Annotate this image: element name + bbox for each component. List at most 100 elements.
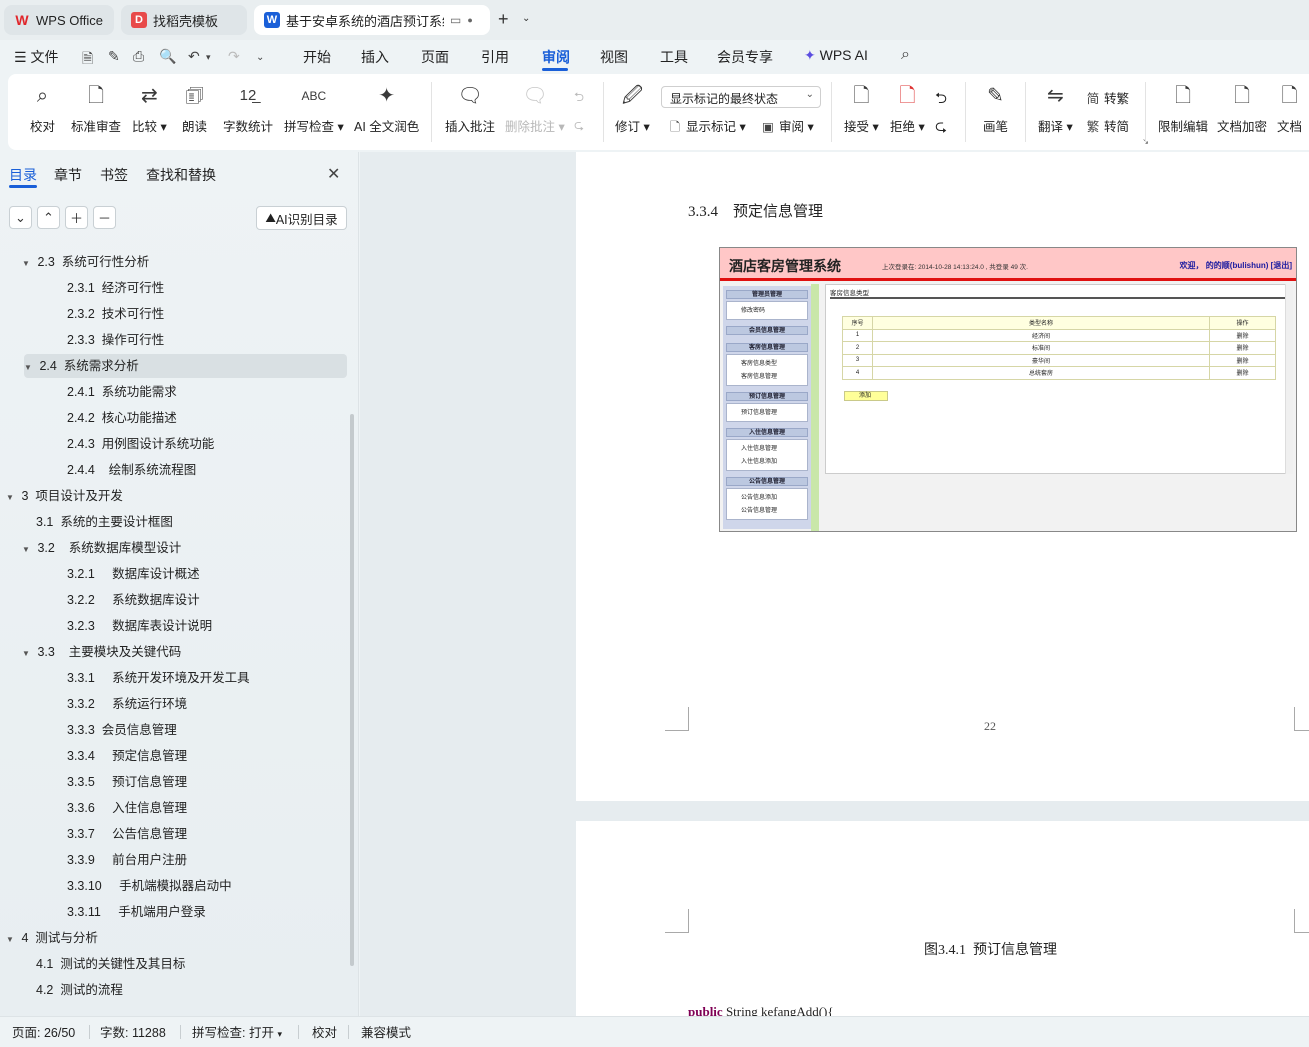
undo-icon[interactable]: ↶ [188, 48, 200, 65]
pen-button[interactable]: ✎ 画笔 [983, 82, 1008, 135]
toc-item[interactable]: 3.3.2 系统运行环境 [67, 692, 187, 716]
compare-button[interactable]: ⇄ 比较 ▾ [132, 82, 167, 135]
toc-item[interactable]: 3.1 系统的主要设计框图 [36, 510, 173, 534]
tab-wps-office[interactable]: W WPS Office [4, 5, 114, 35]
spell-check-indicator[interactable]: 拼写检查: 打开 ▾ [192, 1022, 282, 1041]
toc-item[interactable]: 2.3.2 技术可行性 [67, 302, 164, 326]
toc-item[interactable]: 3.3.5 预订信息管理 [67, 770, 187, 794]
format-painter-icon[interactable]: ✎ [108, 48, 120, 65]
reject-button[interactable]: 🗋 拒绝 ▾ [890, 82, 925, 135]
proofread-indicator[interactable]: 校对 [312, 1022, 337, 1041]
next-comment-icon[interactable]: ⮎ [574, 116, 584, 137]
toc-item[interactable]: 4.1 测试的关键性及其目标 [36, 952, 185, 976]
toc-item[interactable]: 2.3.1 经济可行性 [67, 276, 164, 300]
toc-item[interactable]: 3.3.7 公告信息管理 [67, 822, 187, 846]
remove-heading-button[interactable]: － [93, 206, 116, 229]
add-heading-button[interactable]: ＋ [65, 206, 88, 229]
tab-docer-templates[interactable]: D 找稻壳模板 [121, 5, 247, 35]
menu-page[interactable]: 页面 [421, 47, 449, 67]
toc-item[interactable]: ▼ 2.4 系统需求分析 [24, 354, 347, 378]
nav-scrollbar[interactable] [350, 414, 354, 966]
toc-item[interactable]: 2.4.4 绘制系统流程图 [67, 458, 196, 482]
standard-review-button[interactable]: 🗋 标准审查 [71, 82, 121, 135]
tab-current-document[interactable]: W 基于安卓系统的酒店预订系统 ▭ ● [254, 5, 490, 35]
toc-item[interactable]: 3.3.9 前台用户注册 [67, 848, 187, 872]
ai-toc-button[interactable]: ⛰ AI识别目录 [256, 206, 347, 230]
expand-arrow-icon[interactable]: ▼ [22, 642, 34, 666]
doc-other-button[interactable]: 🗋 文档 [1277, 82, 1302, 135]
proofread-button[interactable]: ⌕ 校对 [30, 82, 55, 135]
toc-item[interactable]: 3.3.4 预定信息管理 [67, 744, 187, 768]
restrict-edit-button[interactable]: 🗋 限制编辑 [1158, 82, 1208, 135]
toc-item[interactable]: 3.2.1 数据库设计概述 [67, 562, 200, 586]
close-icon[interactable]: ✕ [327, 164, 340, 184]
expand-arrow-icon[interactable]: ▼ [6, 928, 18, 952]
toc-item[interactable]: 3.3.3 会员信息管理 [67, 718, 177, 742]
next-change-icon[interactable]: ⮎ [935, 116, 947, 141]
search-icon[interactable]: ⌕ [901, 46, 910, 64]
to-simplified-button[interactable]: 繁转简 [1085, 116, 1129, 135]
menu-references[interactable]: 引用 [481, 47, 509, 67]
nav-tab-find-replace[interactable]: 查找和替换 [146, 165, 216, 185]
revise-button[interactable]: 🖉 修订 ▾ [615, 82, 650, 135]
word-count-button[interactable]: 12̲ 字数统计 [223, 82, 273, 135]
collapse-all-button[interactable]: ⌄ [9, 206, 32, 229]
toc-item[interactable]: ▼ 3.3 主要模块及关键代码 [22, 640, 181, 664]
page-indicator[interactable]: 页面: 26/50 [12, 1022, 75, 1041]
menu-wps-ai[interactable]: ✦ WPS AI [804, 47, 868, 64]
unsaved-dot-icon[interactable]: ● [467, 15, 472, 25]
expand-arrow-icon[interactable]: ▼ [24, 356, 36, 380]
menu-tools[interactable]: 工具 [660, 47, 688, 67]
translate-button[interactable]: ⇋ 翻译 ▾ [1038, 82, 1073, 135]
print-preview-icon[interactable]: 🔍 [159, 48, 176, 65]
print-icon[interactable]: ⎙ [133, 48, 144, 65]
toc-item[interactable]: 2.4.3 用例图设计系统功能 [67, 432, 214, 456]
new-tab-button[interactable]: + [498, 9, 509, 30]
toc-item[interactable]: 4.2 测试的流程 [36, 978, 123, 1002]
toc-item[interactable]: 2.4.1 系统功能需求 [67, 380, 177, 404]
toc-item[interactable]: ▼ 3.2 系统数据库模型设计 [22, 536, 181, 560]
expand-up-button[interactable]: ⌃ [37, 206, 60, 229]
toc-item[interactable]: ▼ 2.3 系统可行性分析 [22, 250, 149, 274]
accept-button[interactable]: 🗋 接受 ▾ [844, 82, 879, 135]
toc-item[interactable]: ▼ 4 测试与分析 [6, 926, 98, 950]
file-menu[interactable]: ☰ 文件 [14, 47, 58, 67]
word-count-indicator[interactable]: 字数: 11288 [100, 1022, 166, 1041]
spell-check-button[interactable]: ABC 拼写检查 ▾ [284, 82, 344, 135]
tab-list-dropdown-icon[interactable]: ⌄ [522, 13, 530, 24]
compat-mode-indicator[interactable]: 兼容模式 [361, 1022, 411, 1041]
menu-home[interactable]: 开始 [303, 47, 331, 67]
menu-review[interactable]: 审阅 [542, 47, 570, 67]
toc-item[interactable]: 3.2.2 系统数据库设计 [67, 588, 200, 612]
prev-comment-icon[interactable]: ⮌ [574, 88, 584, 109]
expand-arrow-icon[interactable]: ▼ [6, 486, 18, 510]
delete-comment-button[interactable]: 🗨 删除批注 ▾ [505, 82, 565, 135]
more-dropdown-icon[interactable]: ⌄ [256, 52, 264, 63]
toc-item[interactable]: 3.2.3 数据库表设计说明 [67, 614, 212, 638]
nav-tab-chapters[interactable]: 章节 [54, 165, 82, 185]
expand-arrow-icon[interactable]: ▼ [22, 538, 34, 562]
undo-dropdown-icon[interactable]: ▾ [206, 52, 211, 63]
menu-insert[interactable]: 插入 [361, 47, 389, 67]
prev-change-icon[interactable]: ⮌ [935, 88, 947, 113]
doc-encrypt-button[interactable]: 🗋 文档加密 [1217, 82, 1267, 135]
save-icon[interactable]: 🗎 [82, 48, 93, 72]
toc-item[interactable]: ▼ 3 项目设计及开发 [6, 484, 123, 508]
ai-polish-button[interactable]: ✦ AI 全文润色 [354, 82, 419, 135]
read-aloud-button[interactable]: 🗊 朗读 [182, 82, 207, 135]
toc-item[interactable]: 3.3.6 入住信息管理 [67, 796, 187, 820]
insert-comment-button[interactable]: 🗨 插入批注 [445, 82, 495, 135]
review-pane-button[interactable]: ▣ 审阅 ▾ [760, 116, 814, 135]
document-area[interactable]: 3.3.4 预定信息管理 酒店客房管理系统 上次登录在: 2014-10-28 … [360, 152, 1309, 1016]
nav-tab-bookmarks[interactable]: 书签 [100, 165, 128, 185]
redo-icon[interactable]: ↷ [228, 48, 240, 65]
toc-item[interactable]: 2.3.3 操作可行性 [67, 328, 164, 352]
display-mode-select[interactable]: 显示标记的最终状态 ⌄ [661, 86, 821, 108]
show-markup-button[interactable]: 🗋 显示标记 ▾ [667, 116, 746, 139]
to-traditional-button[interactable]: 简转繁 [1085, 88, 1129, 107]
toc-item[interactable]: 3.3.10 手机端模拟器启动中 [67, 874, 232, 898]
expand-arrow-icon[interactable]: ▼ [22, 252, 34, 276]
toc-item[interactable]: 2.4.2 核心功能描述 [67, 406, 177, 430]
nav-tab-toc[interactable]: 目录 [9, 165, 37, 185]
toc-item[interactable]: 3.3.11 手机端用户登录 [67, 900, 206, 924]
